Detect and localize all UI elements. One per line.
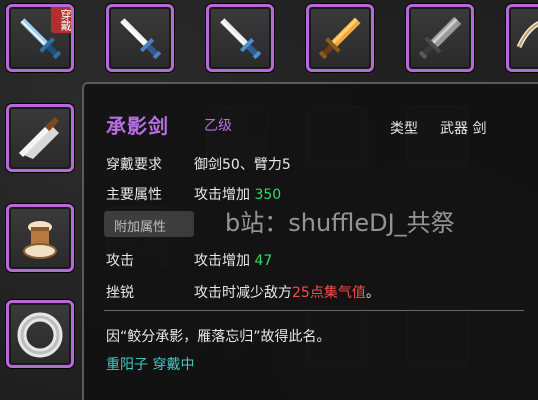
item-description: 因“鲛分承影，雁落忘归”故得此名。 bbox=[106, 329, 331, 345]
requirement-label: 穿戴要求 bbox=[106, 157, 162, 173]
main-attr-value: 350 bbox=[254, 187, 282, 203]
iron-sword-icon bbox=[418, 16, 462, 60]
item-type-value: 武器 剑 bbox=[440, 121, 487, 137]
item-grade: 乙级 bbox=[204, 118, 232, 134]
main-attr-text: 攻击增加 bbox=[194, 187, 255, 203]
golden-sword-icon bbox=[318, 17, 361, 60]
inventory-slot-2[interactable] bbox=[106, 4, 174, 72]
white-sword-icon bbox=[220, 18, 262, 60]
equipped-badge: 穿戴 bbox=[51, 7, 72, 33]
skill-row: 攻击时减少敌方25点集气值。 bbox=[194, 282, 380, 302]
inventory-slot-9[interactable] bbox=[6, 300, 74, 368]
white-sword-icon bbox=[120, 18, 162, 60]
attack-label: 攻击 bbox=[106, 253, 134, 269]
skill-label: 挫锐 bbox=[106, 285, 134, 301]
inventory-slot-1[interactable]: 穿戴 bbox=[6, 4, 74, 72]
skill-highlight: 25点集气值 bbox=[292, 285, 366, 301]
attack-text: 攻击增加 bbox=[194, 253, 255, 269]
item-name: 承影剑 bbox=[106, 114, 169, 138]
inventory-slot-6[interactable] bbox=[506, 4, 538, 72]
inventory-slot-4[interactable] bbox=[306, 4, 374, 72]
ring-icon bbox=[17, 312, 63, 358]
cleaver-icon bbox=[19, 116, 60, 159]
skill-text: 攻击时减少敌方 bbox=[194, 285, 292, 301]
inventory-slot-5[interactable] bbox=[406, 4, 474, 72]
curved-blade-icon bbox=[516, 21, 538, 49]
requirement-value: 御剑50、臂力5 bbox=[194, 157, 291, 173]
item-type-label: 类型 bbox=[390, 121, 418, 137]
attack-value: 47 bbox=[254, 253, 273, 269]
game-inventory-screen: 穿戴 承影剑 乙级 类型 武器 剑 穿戴要求 御剑50、臂力5 主要属性 攻击增… bbox=[0, 0, 538, 400]
main-attr-label: 主要属性 bbox=[106, 187, 162, 203]
item-wearer: 重阳子 穿戴中 bbox=[106, 357, 195, 373]
attack-row: 攻击增加 47 bbox=[194, 250, 272, 270]
main-attr-row: 攻击增加 350 bbox=[194, 184, 281, 204]
inventory-slot-7[interactable] bbox=[6, 104, 74, 172]
extra-attr-label: 附加属性 bbox=[114, 220, 167, 235]
tooltip-divider bbox=[104, 310, 524, 311]
item-tooltip: 承影剑 乙级 类型 武器 剑 穿戴要求 御剑50、臂力5 主要属性 攻击增加 3… bbox=[82, 82, 538, 400]
inventory-slot-3[interactable] bbox=[206, 4, 274, 72]
skill-text-end: 。 bbox=[365, 285, 380, 301]
watermark: b站：shuffleDJ_共祭 bbox=[225, 209, 455, 237]
drum-icon bbox=[23, 221, 57, 259]
inventory-slot-8[interactable] bbox=[6, 204, 74, 272]
